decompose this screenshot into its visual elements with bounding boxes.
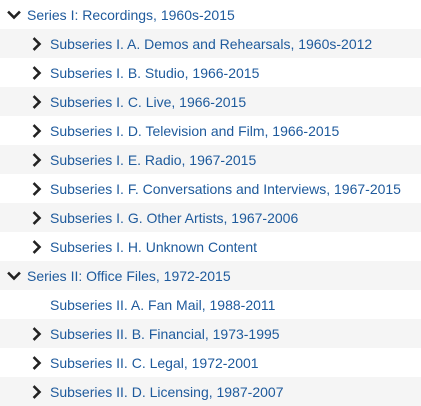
tree-row-subseries: Subseries II. A. Fan Mail, 1988-2011 [0, 290, 421, 319]
toggle-placeholder [27, 295, 47, 315]
tree-row-subseries: Subseries I. E. Radio, 1967-2015 [0, 145, 421, 174]
tree-row-series-1: Series I: Recordings, 1960s-2015 [0, 0, 421, 29]
subseries-link[interactable]: Subseries II. A. Fan Mail, 1988-2011 [50, 296, 275, 314]
chevron-right-icon[interactable] [27, 34, 47, 54]
chevron-right-icon[interactable] [27, 150, 47, 170]
tree-row-subseries: Subseries I. H. Unknown Content [0, 232, 421, 261]
chevron-right-icon[interactable] [27, 179, 47, 199]
chevron-right-icon[interactable] [27, 121, 47, 141]
chevron-right-icon[interactable] [27, 208, 47, 228]
series-link[interactable]: Series I: Recordings, 1960s-2015 [27, 6, 235, 24]
tree-row-subseries: Subseries II. B. Financial, 1973-1995 [0, 319, 421, 348]
subseries-link[interactable]: Subseries I. E. Radio, 1967-2015 [50, 151, 256, 169]
subseries-link[interactable]: Subseries I. A. Demos and Rehearsals, 19… [50, 35, 372, 53]
collection-tree: Series I: Recordings, 1960s-2015 Subseri… [0, 0, 421, 406]
subseries-link[interactable]: Subseries I. G. Other Artists, 1967-2006 [50, 209, 298, 227]
subseries-link[interactable]: Subseries II. C. Legal, 1972-2001 [50, 354, 259, 372]
chevron-right-icon[interactable] [27, 63, 47, 83]
subseries-link[interactable]: Subseries I. B. Studio, 1966-2015 [50, 64, 259, 82]
tree-row-subseries: Subseries I. A. Demos and Rehearsals, 19… [0, 29, 421, 58]
subseries-link[interactable]: Subseries I. F. Conversations and Interv… [50, 180, 401, 198]
tree-row-subseries: Subseries II. D. Licensing, 1987-2007 [0, 377, 421, 406]
tree-row-subseries: Subseries I. G. Other Artists, 1967-2006 [0, 203, 421, 232]
chevron-right-icon[interactable] [27, 324, 47, 344]
subseries-link[interactable]: Subseries I. C. Live, 1966-2015 [50, 93, 246, 111]
tree-row-subseries: Subseries I. D. Television and Film, 196… [0, 116, 421, 145]
subseries-link[interactable]: Subseries I. H. Unknown Content [50, 238, 257, 256]
subseries-link[interactable]: Subseries I. D. Television and Film, 196… [50, 122, 339, 140]
tree-row-subseries: Subseries I. F. Conversations and Interv… [0, 174, 421, 203]
tree-row-subseries: Subseries II. C. Legal, 1972-2001 [0, 348, 421, 377]
series-link[interactable]: Series II: Office Files, 1972-2015 [27, 267, 231, 285]
chevron-down-icon[interactable] [4, 5, 24, 25]
chevron-right-icon[interactable] [27, 353, 47, 373]
subseries-link[interactable]: Subseries II. B. Financial, 1973-1995 [50, 325, 280, 343]
subseries-link[interactable]: Subseries II. D. Licensing, 1987-2007 [50, 383, 283, 401]
chevron-right-icon[interactable] [27, 92, 47, 112]
tree-row-subseries: Subseries I. C. Live, 1966-2015 [0, 87, 421, 116]
chevron-right-icon[interactable] [27, 237, 47, 257]
tree-row-series-2: Series II: Office Files, 1972-2015 [0, 261, 421, 290]
tree-row-subseries: Subseries I. B. Studio, 1966-2015 [0, 58, 421, 87]
chevron-right-icon[interactable] [27, 382, 47, 402]
chevron-down-icon[interactable] [4, 266, 24, 286]
